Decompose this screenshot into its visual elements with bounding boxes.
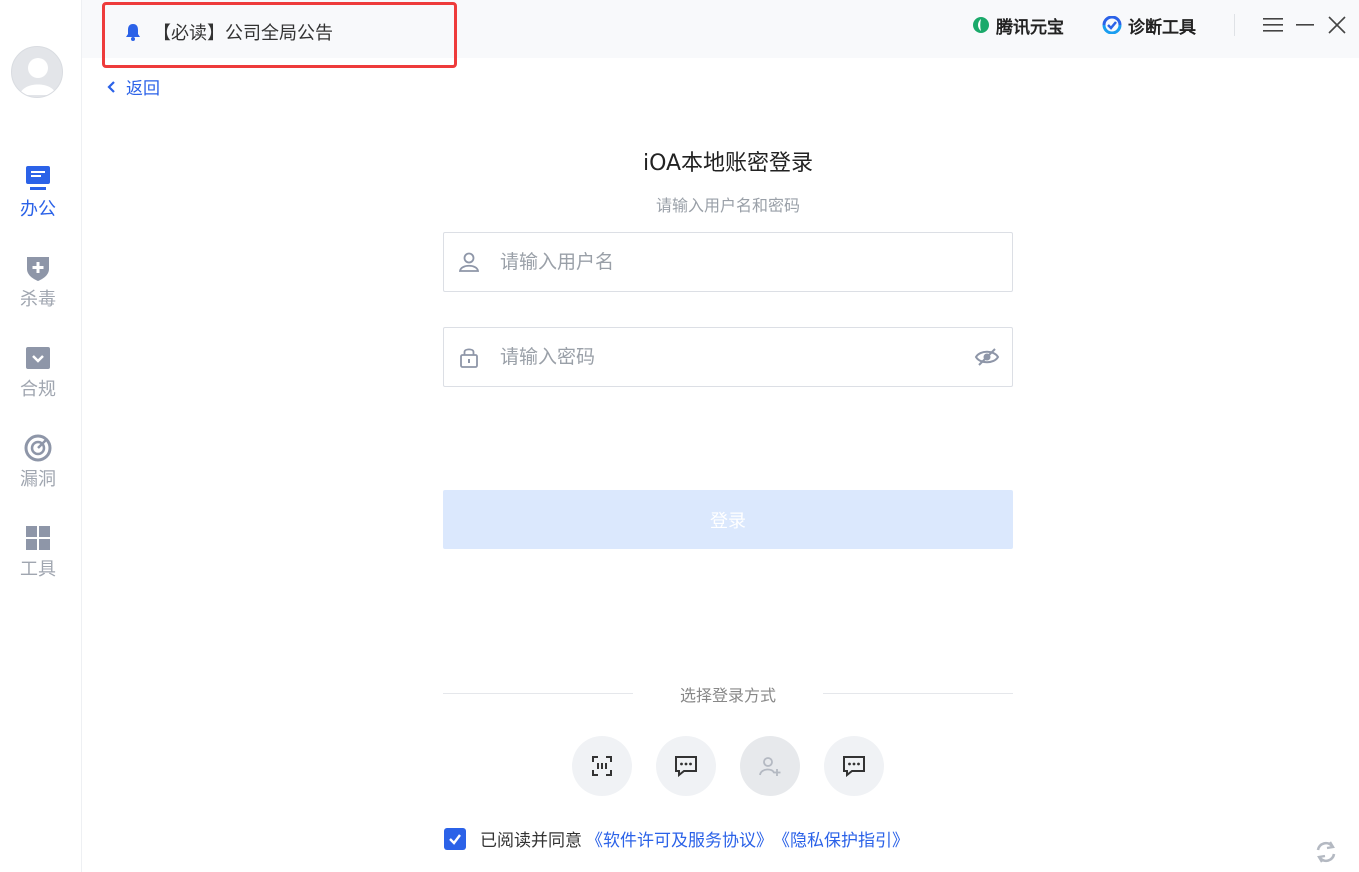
global-notice[interactable]: 【必读】公司全局公告 xyxy=(102,2,457,68)
sidebar-item-label: 漏洞 xyxy=(20,469,56,490)
divider-line-right xyxy=(823,693,1013,694)
back-link[interactable]: 返回 xyxy=(106,74,160,99)
login-subtitle: 请输入用户名和密码 xyxy=(655,196,800,215)
divider xyxy=(1234,14,1235,36)
privacy-policy-link[interactable]: 《隐私保护指引》 xyxy=(773,826,909,851)
sidebar-item-tools[interactable]: 工具 xyxy=(0,523,76,581)
yuanbao-icon xyxy=(973,17,989,33)
user-add-icon xyxy=(759,757,781,776)
login-methods-label: 选择登录方式 xyxy=(679,686,776,705)
diagnose-tool-button[interactable]: 诊断工具 xyxy=(1102,13,1196,38)
check-box-icon xyxy=(26,347,50,369)
password-input[interactable] xyxy=(500,346,974,368)
yuanbao-label: 腾讯元宝 xyxy=(996,17,1064,38)
message-icon xyxy=(675,756,697,777)
back-label: 返回 xyxy=(126,79,160,99)
sidebar-item-compliance[interactable]: 合规 xyxy=(0,343,76,401)
eye-off-icon[interactable] xyxy=(974,344,1000,370)
agreement-row: 已阅读并同意 《软件许可及服务协议》 《隐私保护指引》 xyxy=(444,826,909,851)
diagnose-icon xyxy=(1102,16,1122,34)
avatar[interactable] xyxy=(11,46,63,98)
shield-plus-icon xyxy=(27,257,49,281)
login-method-qrcode[interactable] xyxy=(572,736,632,796)
login-methods-divider: 选择登录方式 xyxy=(443,682,1013,706)
monitor-icon xyxy=(26,166,50,190)
refresh-icon[interactable] xyxy=(1312,838,1340,866)
login-method-message-1[interactable] xyxy=(656,736,716,796)
sidebar: 办公 杀毒 合规 漏洞 工具 xyxy=(0,0,82,872)
bell-icon xyxy=(126,24,140,41)
sidebar-item-vulnerability[interactable]: 漏洞 xyxy=(0,433,76,491)
menu-icon xyxy=(1263,18,1283,32)
sidebar-item-antivirus[interactable]: 杀毒 xyxy=(0,253,76,311)
sidebar-item-office[interactable]: 办公 xyxy=(0,163,76,221)
minimize-button[interactable] xyxy=(1289,10,1321,40)
password-field[interactable] xyxy=(443,327,1013,387)
username-field[interactable] xyxy=(443,232,1013,292)
yuanbao-button[interactable]: 腾讯元宝 xyxy=(972,13,1064,38)
diagnose-label: 诊断工具 xyxy=(1128,17,1196,38)
radar-icon xyxy=(24,434,52,462)
sidebar-item-label: 办公 xyxy=(20,199,56,220)
login-button[interactable]: 登录 xyxy=(443,490,1013,549)
notice-text: 【必读】公司全局公告 xyxy=(153,23,333,44)
sidebar-item-label: 合规 xyxy=(20,379,56,400)
user-icon xyxy=(458,252,480,272)
sidebar-item-label: 工具 xyxy=(20,559,56,580)
minimize-icon xyxy=(1296,24,1314,26)
top-actions: 腾讯元宝 诊断工具 xyxy=(972,10,1359,40)
menu-button[interactable] xyxy=(1257,10,1289,40)
agreement-text: 已阅读并同意 xyxy=(480,831,582,851)
message-icon xyxy=(843,756,865,777)
agree-checkbox[interactable] xyxy=(444,827,466,850)
login-method-add-account[interactable] xyxy=(740,736,800,796)
user-avatar-icon xyxy=(20,58,56,95)
chevron-left-icon xyxy=(107,80,115,93)
license-agreement-link[interactable]: 《软件许可及服务协议》 xyxy=(586,826,773,851)
sidebar-item-label: 杀毒 xyxy=(20,289,56,310)
grid-icon xyxy=(26,526,50,550)
username-input[interactable] xyxy=(500,251,1012,273)
close-button[interactable] xyxy=(1321,10,1353,40)
close-icon xyxy=(1328,16,1346,34)
login-method-message-2[interactable] xyxy=(824,736,884,796)
check-icon xyxy=(449,833,461,845)
lock-icon xyxy=(460,348,478,368)
login-title: iOA本地账密登录 xyxy=(642,151,814,176)
scan-qr-icon xyxy=(592,756,612,776)
